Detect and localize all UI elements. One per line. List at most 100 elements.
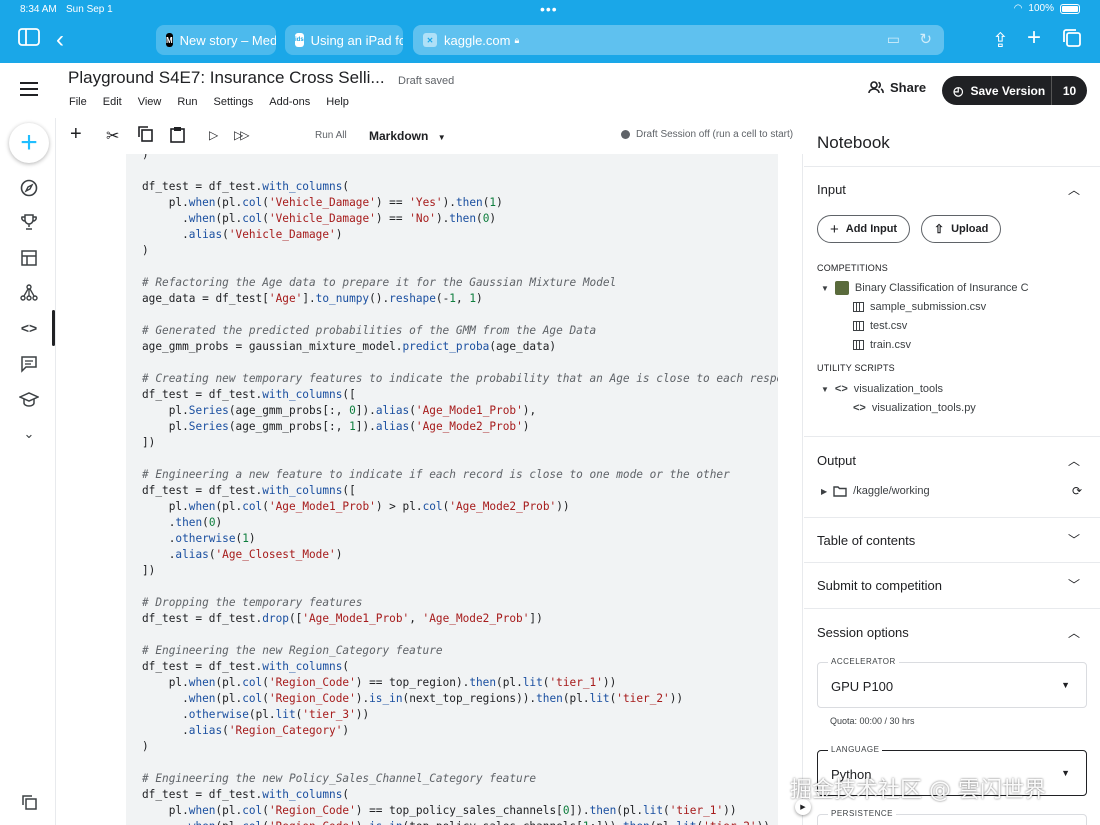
back-icon[interactable]: ‹ bbox=[56, 26, 64, 54]
copy-pages-icon[interactable] bbox=[18, 791, 40, 813]
add-cell-icon[interactable]: + bbox=[70, 123, 82, 146]
code-line[interactable]: df_test = df_test.with_columns([ bbox=[142, 484, 356, 497]
address-bar[interactable]: ✕ kaggle.com 🔒︎ ▭ ↻ bbox=[413, 25, 944, 55]
reader-icon[interactable]: ▭ bbox=[887, 31, 900, 48]
share-button[interactable]: Share bbox=[868, 80, 926, 95]
new-tab-icon[interactable]: + bbox=[1027, 24, 1041, 52]
code-line[interactable]: pl.Series(age_gmm_probs[:, 1]).alias('Ag… bbox=[142, 420, 530, 433]
menu-addons[interactable]: Add-ons bbox=[269, 96, 310, 108]
code-line[interactable]: age_data = df_test['Age'].to_numpy().res… bbox=[142, 292, 483, 305]
code-line[interactable]: .alias('Age_Closest_Mode') bbox=[142, 548, 343, 561]
cut-scissors-icon[interactable]: ✂ bbox=[106, 126, 119, 146]
menu-settings[interactable]: Settings bbox=[214, 96, 254, 108]
share-sheet-icon[interactable]: ⇪ bbox=[992, 28, 1009, 53]
run-all-button[interactable]: Run All bbox=[315, 130, 347, 141]
chevron-down-icon[interactable]: ﹀ bbox=[1068, 576, 1080, 593]
caret-right-icon[interactable]: ▶ bbox=[821, 487, 827, 496]
accelerator-select[interactable]: ACCELERATOR GPU P100 ▼ bbox=[817, 657, 1087, 708]
output-heading[interactable]: Output bbox=[817, 453, 856, 468]
code-line[interactable]: df_test = df_test.with_columns([ bbox=[142, 388, 356, 401]
chevron-up-icon[interactable]: ︿ bbox=[1068, 181, 1080, 198]
code-line[interactable]: .alias('Region_Category') bbox=[142, 724, 349, 737]
code-line[interactable]: df_test = df_test.with_columns( bbox=[142, 660, 349, 673]
code-line[interactable]: ]) bbox=[142, 436, 155, 449]
code-line[interactable]: ) bbox=[142, 244, 149, 257]
code-line[interactable]: pl.Series(age_gmm_probs[:, 0]).alias('Ag… bbox=[142, 404, 536, 417]
code-cell[interactable]: ) df_test = df_test.with_columns( pl.whe… bbox=[126, 154, 778, 825]
chevron-up-icon[interactable]: ︿ bbox=[1068, 624, 1080, 641]
compass-icon[interactable] bbox=[18, 177, 40, 199]
session-options-heading[interactable]: Session options bbox=[817, 625, 909, 640]
menu-edit[interactable]: Edit bbox=[103, 96, 122, 108]
code-line[interactable]: df_test = df_test.with_columns( bbox=[142, 788, 349, 801]
output-folder-item[interactable]: ▶ /kaggle/working bbox=[821, 485, 930, 497]
file-item[interactable]: sample_submission.csv bbox=[853, 301, 986, 313]
code-line[interactable]: ]) bbox=[142, 564, 155, 577]
sidebar-toggle-icon[interactable] bbox=[18, 28, 40, 52]
more-chevron-down-icon[interactable]: ⌄ bbox=[18, 423, 40, 445]
toc-heading[interactable]: Table of contents bbox=[817, 533, 915, 548]
code-line[interactable]: .otherwise(pl.lit('tier_3')) bbox=[142, 708, 369, 721]
menu-view[interactable]: View bbox=[138, 96, 162, 108]
session-status[interactable]: Draft Session off (run a cell to start) bbox=[621, 129, 793, 140]
browser-tab-medium[interactable]: M New story – Medium bbox=[156, 25, 276, 55]
run-all-icon[interactable]: ▷▷ bbox=[234, 128, 250, 142]
code-line[interactable]: # Engineering the new Region_Category fe… bbox=[142, 644, 443, 657]
menu-file[interactable]: File bbox=[69, 96, 87, 108]
file-item[interactable]: test.csv bbox=[853, 320, 907, 332]
utility-file-item[interactable]: <> visualization_tools.py bbox=[853, 402, 976, 414]
submit-section[interactable]: Submit to competition ﹀ bbox=[804, 562, 1100, 608]
trophy-icon[interactable] bbox=[18, 211, 40, 233]
code-line[interactable]: pl.when(pl.col('Age_Mode1_Prob') > pl.co… bbox=[142, 500, 570, 513]
cell-type-select[interactable]: Markdown ▼ bbox=[369, 129, 446, 143]
code-line[interactable]: # Engineering a new feature to indicate … bbox=[142, 468, 730, 481]
submit-heading[interactable]: Submit to competition bbox=[817, 578, 942, 593]
version-count[interactable]: 10 bbox=[1051, 76, 1087, 105]
copy-icon[interactable] bbox=[138, 126, 153, 147]
save-version-button[interactable]: ◴ Save Version 10 bbox=[942, 76, 1087, 105]
multitask-dots-icon[interactable]: ••• bbox=[540, 1, 558, 17]
refresh-icon[interactable]: ⟳ bbox=[1072, 484, 1082, 498]
code-line[interactable]: df_test = df_test.with_columns( bbox=[142, 180, 349, 193]
code-line[interactable]: pl.when(pl.col('Region_Code') == top_reg… bbox=[142, 676, 617, 689]
hamburger-menu-icon[interactable] bbox=[20, 82, 38, 96]
code-line[interactable]: pl.when(pl.col('Vehicle_Damage') == 'Yes… bbox=[142, 196, 503, 209]
code-line[interactable]: age_gmm_probs = gaussian_mixture_model.p… bbox=[142, 340, 556, 353]
caret-down-icon[interactable]: ▼ bbox=[821, 385, 829, 394]
browser-tab-ipad[interactable]: ids Using an iPad for bbox=[285, 25, 403, 55]
table-icon[interactable] bbox=[18, 247, 40, 269]
add-input-button[interactable]: + Add Input bbox=[817, 215, 911, 243]
code-line[interactable]: .when(pl.col('Region_Code').is_in(top_po… bbox=[142, 820, 770, 825]
menu-run[interactable]: Run bbox=[177, 96, 197, 108]
code-editor[interactable]: ) df_test = df_test.with_columns( pl.whe… bbox=[142, 154, 778, 825]
code-line[interactable]: # Creating new temporary features to ind… bbox=[142, 372, 778, 385]
code-line[interactable]: df_test = df_test.drop(['Age_Mode1_Prob'… bbox=[142, 612, 543, 625]
code-line[interactable]: # Refactoring the Age data to prepare it… bbox=[142, 276, 616, 289]
create-plus-button[interactable]: + bbox=[9, 123, 49, 163]
paste-clipboard-icon[interactable] bbox=[170, 126, 185, 148]
tabs-overview-icon[interactable] bbox=[1062, 28, 1082, 54]
run-cell-play-icon[interactable]: ▷ bbox=[209, 128, 218, 142]
learn-cap-icon[interactable] bbox=[18, 388, 40, 410]
code-line[interactable]: .then(0) bbox=[142, 516, 222, 529]
competition-item[interactable]: ▼ Binary Classification of Insurance C bbox=[821, 281, 1046, 295]
persistence-select[interactable]: PERSISTENCE bbox=[817, 809, 1087, 825]
file-item[interactable]: train.csv bbox=[853, 339, 911, 351]
utility-script-item[interactable]: ▼ <> visualization_tools bbox=[821, 383, 943, 395]
toc-section[interactable]: Table of contents ﹀ bbox=[804, 517, 1100, 562]
code-line[interactable]: # Engineering the new Policy_Sales_Chann… bbox=[142, 772, 536, 785]
chevron-up-icon[interactable]: ︿ bbox=[1068, 452, 1080, 469]
menu-help[interactable]: Help bbox=[326, 96, 349, 108]
discussion-icon[interactable] bbox=[18, 353, 40, 375]
code-line[interactable]: ) bbox=[142, 154, 149, 161]
models-graph-icon[interactable] bbox=[18, 282, 40, 304]
code-line[interactable]: .alias('Vehicle_Damage') bbox=[142, 228, 342, 241]
input-heading[interactable]: Input bbox=[817, 182, 846, 197]
code-line[interactable]: .when(pl.col('Vehicle_Damage') == 'No').… bbox=[142, 212, 496, 225]
caret-down-icon[interactable]: ▼ bbox=[821, 284, 829, 293]
code-line[interactable]: .when(pl.col('Region_Code').is_in(next_t… bbox=[142, 692, 683, 705]
notebook-title[interactable]: Playground S4E7: Insurance Cross Selli..… bbox=[68, 68, 385, 88]
code-line[interactable]: ) bbox=[142, 740, 149, 753]
code-icon[interactable]: <> bbox=[18, 317, 40, 339]
code-line[interactable]: .otherwise(1) bbox=[142, 532, 256, 545]
